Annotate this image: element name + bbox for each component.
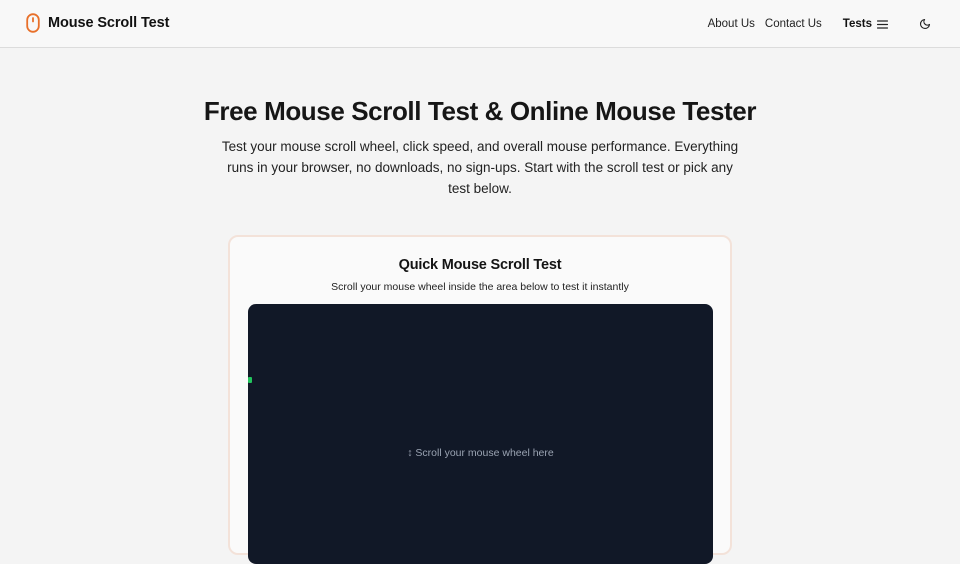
page-title: Free Mouse Scroll Test & Online Mouse Te…: [203, 96, 757, 126]
scroll-test-area[interactable]: ↕ Scroll your mouse wheel here: [248, 304, 713, 564]
quick-test-title: Quick Mouse Scroll Test: [398, 257, 562, 273]
quick-test-subtitle: Scroll your mouse wheel inside the area …: [331, 281, 629, 293]
site-header: Mouse Scroll Test About Us Contact Us Te…: [0, 0, 960, 48]
quick-scroll-test-card: Quick Mouse Scroll Test Scroll your mous…: [228, 235, 732, 564]
nav-tests-menu[interactable]: Tests: [843, 18, 888, 30]
brand-link[interactable]: Mouse Scroll Test: [26, 13, 169, 33]
mouse-icon: [26, 13, 40, 33]
hero-section: Free Mouse Scroll Test & Online Mouse Te…: [0, 94, 960, 199]
nav-about-us[interactable]: About Us: [708, 18, 755, 30]
main-nav: About Us Contact Us Tests: [698, 0, 932, 48]
nav-contact-us[interactable]: Contact Us: [765, 18, 822, 30]
scroll-hint-text: ↕ Scroll your mouse wheel here: [407, 447, 554, 459]
hero-description: Test your mouse scroll wheel, click spee…: [221, 139, 739, 196]
theme-toggle-button[interactable]: [918, 17, 932, 31]
menu-icon: [877, 19, 888, 29]
moon-icon: [919, 18, 931, 30]
nav-tests-label: Tests: [842, 18, 872, 30]
brand-title: Mouse Scroll Test: [48, 15, 170, 31]
scroll-position-indicator: [248, 377, 252, 383]
